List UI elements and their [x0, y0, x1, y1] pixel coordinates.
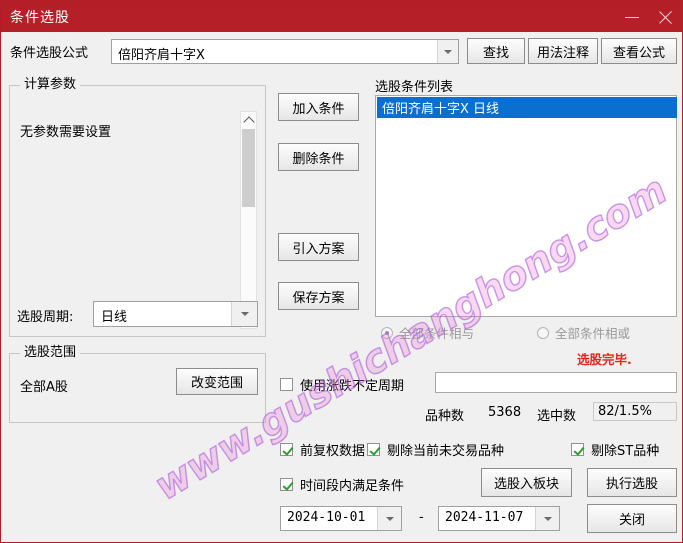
delete-condition-button[interactable]: 删除条件: [278, 143, 359, 171]
formula-value: 倍阳齐肩十字X: [118, 48, 205, 63]
change-range-button[interactable]: 改变范围: [176, 368, 258, 395]
end-date-value: 2024-11-07: [445, 510, 524, 525]
calc-params-group: 计算参数 无参数需要设置: [9, 78, 266, 337]
selected-count-label: 选中数: [537, 409, 577, 424]
list-item[interactable]: 倍阳齐肩十字X 日线: [377, 97, 677, 118]
checkbox-exclude-st[interactable]: 剔除ST品种: [571, 440, 659, 459]
cycle-combobox[interactable]: 日线: [93, 301, 258, 327]
radio-all-and[interactable]: 全部条件相与: [381, 323, 474, 342]
scrollbar-thumb[interactable]: [242, 129, 255, 207]
end-date-dropdown-button[interactable]: [535, 507, 559, 530]
checkbox-box-icon: [280, 378, 293, 391]
checkbox-box-icon: [571, 443, 584, 456]
checkbox-period-condition-label: 时间段内满足条件: [300, 479, 405, 494]
chevron-down-icon: [543, 516, 552, 521]
close-icon[interactable]: [656, 7, 676, 27]
view-formula-button[interactable]: 查看公式: [601, 38, 677, 64]
scroll-up-button[interactable]: [241, 112, 256, 128]
selected-count-field: 82/1.5%: [593, 402, 677, 421]
chevron-down-icon: [444, 49, 452, 54]
stock-range-group: 选股范围 全部A股 改变范围: [9, 346, 266, 423]
start-date-dropdown-button[interactable]: [377, 507, 401, 530]
checkbox-box-icon: [280, 443, 293, 456]
chevron-down-icon: [385, 516, 394, 521]
minimize-icon[interactable]: [622, 7, 642, 27]
checkbox-period-condition[interactable]: 时间段内满足条件: [280, 475, 404, 494]
formula-combobox[interactable]: 倍阳齐肩十字X: [111, 39, 459, 64]
status-done-text: 选股完毕.: [577, 352, 632, 367]
params-scrollbar[interactable]: [240, 111, 257, 329]
usage-note-button[interactable]: 用法注释: [528, 38, 598, 64]
window-controls: [622, 1, 676, 32]
formula-row: 条件选股公式 倍阳齐肩十字X 查找 用法注释 查看公式: [1, 32, 682, 70]
checkbox-exclude-untraded[interactable]: 剔除当前未交易品种: [367, 440, 504, 459]
execute-button[interactable]: 执行选股: [587, 468, 677, 497]
condition-list-title: 选股条件列表: [375, 80, 454, 95]
add-to-block-button[interactable]: 选股入板块: [481, 468, 572, 497]
radio-dot-icon: [381, 326, 393, 339]
page-title: 条件选股: [10, 9, 70, 26]
date-range-separator: -: [419, 510, 424, 525]
checkbox-updown-cycle-label: 使用涨跌不定周期: [300, 379, 405, 394]
checkbox-exclude-st-label: 剔除ST品种: [591, 444, 660, 459]
condition-list[interactable]: 倍阳齐肩十字X 日线: [375, 95, 677, 317]
save-scheme-button[interactable]: 保存方案: [278, 282, 359, 310]
end-date-picker[interactable]: 2024-11-07: [438, 506, 560, 531]
import-scheme-button[interactable]: 引入方案: [278, 233, 359, 261]
close-button[interactable]: 关闭: [587, 504, 677, 533]
condition-stock-picker-dialog: 条件选股 条件选股公式 倍阳齐肩十字X 查找 用法注释 查看公式 计算参数 无参…: [0, 0, 683, 543]
stock-range-title: 选股范围: [20, 346, 81, 360]
start-date-value: 2024-10-01: [287, 510, 366, 525]
start-date-picker[interactable]: 2024-10-01: [280, 506, 402, 531]
find-button[interactable]: 查找: [467, 38, 525, 64]
checkbox-updown-cycle[interactable]: 使用涨跌不定周期: [280, 375, 404, 394]
chevron-up-icon: [242, 115, 255, 128]
checkbox-box-icon: [367, 443, 380, 456]
radio-all-and-label: 全部条件相与: [399, 326, 475, 341]
total-count-label: 品种数: [425, 409, 465, 424]
checkbox-exclude-untraded-label: 剔除当前未交易品种: [387, 444, 505, 459]
formula-label: 条件选股公式: [10, 46, 89, 61]
chevron-down-icon: [240, 312, 249, 316]
updown-cycle-input[interactable]: [435, 372, 677, 393]
selected-count-value: 82/1.5%: [598, 404, 652, 419]
formula-dropdown-button[interactable]: [437, 40, 458, 63]
checkbox-forward-adjusted[interactable]: 前复权数据: [280, 440, 365, 459]
cycle-dropdown-button[interactable]: [231, 302, 257, 326]
checkbox-box-icon: [280, 478, 293, 491]
calc-params-text: 无参数需要设置: [20, 125, 112, 140]
add-condition-button[interactable]: 加入条件: [278, 93, 359, 121]
radio-all-or-label: 全部条件相或: [555, 326, 631, 341]
cycle-value: 日线: [101, 310, 128, 325]
title-bar: 条件选股: [1, 1, 682, 32]
cycle-label: 选股周期:: [17, 310, 74, 325]
radio-dot-icon: [537, 326, 549, 339]
checkbox-forward-adjusted-label: 前复权数据: [300, 444, 366, 459]
logic-radio-group: 全部条件相与 全部条件相或: [375, 323, 677, 341]
radio-all-or[interactable]: 全部条件相或: [537, 323, 630, 342]
total-count-value: 5368: [488, 405, 522, 420]
calc-params-title: 计算参数: [20, 78, 81, 92]
stock-range-value: 全部A股: [20, 380, 68, 395]
